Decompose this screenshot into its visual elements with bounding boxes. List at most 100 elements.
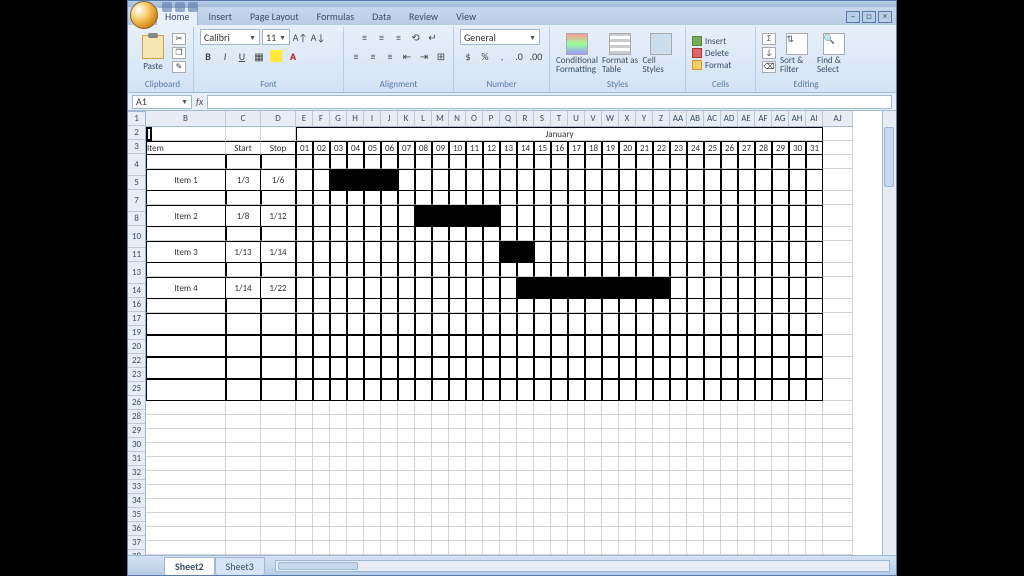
cell[interactable] (398, 527, 415, 541)
cell[interactable] (619, 357, 636, 379)
decrease-indent-button[interactable]: ⇤ (399, 48, 415, 64)
cell[interactable] (313, 277, 330, 299)
cell[interactable] (466, 485, 483, 499)
cell[interactable] (789, 401, 806, 415)
cell[interactable] (687, 415, 704, 429)
sheet-tab-sheet2[interactable]: Sheet2 (164, 557, 215, 575)
column-header[interactable]: AE (738, 111, 755, 127)
row-header[interactable]: 19 (128, 326, 145, 340)
cell[interactable] (551, 357, 568, 379)
cell[interactable] (704, 429, 721, 443)
column-header[interactable]: I (364, 111, 381, 127)
cell[interactable] (636, 357, 653, 379)
cell[interactable] (483, 415, 500, 429)
cell[interactable] (806, 335, 823, 357)
cell[interactable] (313, 313, 330, 335)
cell[interactable] (330, 429, 347, 443)
grow-font-icon[interactable]: A↑ (292, 29, 308, 45)
cell[interactable] (261, 263, 296, 277)
cell[interactable] (330, 227, 347, 241)
cell[interactable] (704, 205, 721, 227)
cell[interactable] (226, 457, 261, 471)
cell[interactable] (261, 227, 296, 241)
cell[interactable] (449, 457, 466, 471)
font-name-select[interactable]: Calibri▼ (200, 29, 260, 45)
cell[interactable] (313, 191, 330, 205)
vertical-scrollbar[interactable] (882, 111, 896, 555)
cell[interactable] (432, 169, 449, 191)
row-header[interactable]: 34 (128, 494, 145, 508)
cell[interactable] (517, 277, 534, 299)
cell[interactable] (568, 485, 585, 499)
cell[interactable] (466, 205, 483, 227)
cell[interactable] (432, 263, 449, 277)
cell[interactable] (670, 379, 687, 401)
cell[interactable] (670, 485, 687, 499)
cell[interactable] (381, 155, 398, 169)
cell[interactable] (449, 541, 466, 555)
cell[interactable] (823, 191, 853, 205)
cell[interactable] (551, 299, 568, 313)
comma-button[interactable]: , (494, 48, 510, 64)
cell[interactable] (449, 263, 466, 277)
cell[interactable]: 11 (466, 141, 483, 155)
cell[interactable] (432, 415, 449, 429)
cell[interactable] (738, 457, 755, 471)
cell[interactable] (261, 527, 296, 541)
cell[interactable] (500, 513, 517, 527)
cell[interactable] (721, 191, 738, 205)
cell[interactable] (364, 277, 381, 299)
cell[interactable] (772, 357, 789, 379)
cell[interactable] (381, 227, 398, 241)
cell[interactable] (670, 357, 687, 379)
cell[interactable] (653, 241, 670, 263)
cell[interactable] (551, 263, 568, 277)
cell[interactable] (330, 357, 347, 379)
cell[interactable] (534, 155, 551, 169)
cell[interactable] (738, 241, 755, 263)
cell[interactable] (619, 379, 636, 401)
cell[interactable] (226, 263, 261, 277)
cell[interactable] (772, 499, 789, 513)
cell[interactable] (704, 513, 721, 527)
cell[interactable]: 09 (432, 141, 449, 155)
cell[interactable] (687, 241, 704, 263)
cell[interactable] (517, 401, 534, 415)
cell[interactable] (823, 485, 853, 499)
cell[interactable] (415, 241, 432, 263)
cell[interactable] (687, 457, 704, 471)
cell[interactable] (517, 429, 534, 443)
cell[interactable] (483, 191, 500, 205)
grid[interactable]: BCDEFGHIJKLMNOPQRSTUVWXYZAAABACADAEAFAGA… (146, 111, 882, 555)
cell[interactable] (347, 227, 364, 241)
cell[interactable] (347, 277, 364, 299)
copy-icon[interactable]: ❐ (172, 47, 186, 59)
minimize-button[interactable]: – (846, 11, 860, 23)
cell[interactable] (602, 457, 619, 471)
cell[interactable] (381, 429, 398, 443)
align-left-button[interactable]: ≡ (348, 48, 364, 64)
row-header[interactable]: 37 (128, 536, 145, 550)
cell[interactable] (381, 277, 398, 299)
cell[interactable] (381, 485, 398, 499)
cell[interactable] (721, 379, 738, 401)
cell[interactable] (602, 169, 619, 191)
cell[interactable] (330, 415, 347, 429)
cell[interactable] (806, 527, 823, 541)
cell[interactable] (500, 169, 517, 191)
cell[interactable] (534, 429, 551, 443)
cell[interactable] (364, 299, 381, 313)
cell[interactable] (261, 513, 296, 527)
cell[interactable] (772, 299, 789, 313)
cell[interactable] (568, 513, 585, 527)
cell[interactable] (602, 313, 619, 335)
cell[interactable] (755, 357, 772, 379)
cell[interactable] (721, 527, 738, 541)
orientation-button[interactable]: ⟲ (408, 29, 424, 45)
cell[interactable] (772, 205, 789, 227)
cell[interactable] (738, 527, 755, 541)
cell[interactable] (789, 527, 806, 541)
cell[interactable] (432, 155, 449, 169)
cell[interactable] (653, 205, 670, 227)
cell[interactable]: 1/8 (226, 205, 261, 227)
